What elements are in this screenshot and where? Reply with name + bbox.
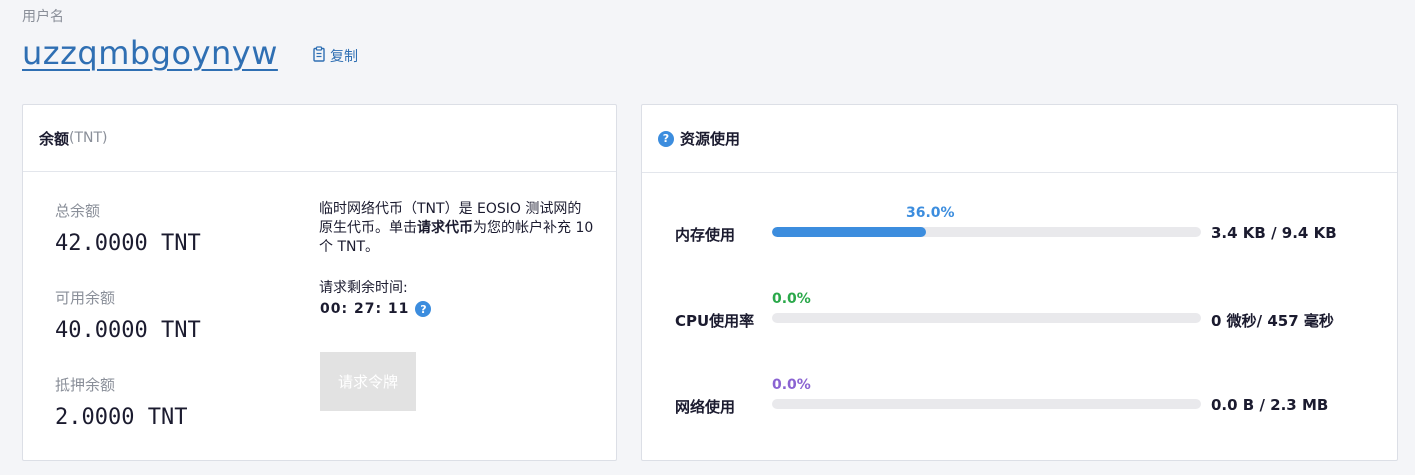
total-balance-value: 42.0000 TNT — [55, 231, 201, 256]
tnt-info-text: 临时网络代币（TNT）是 EOSIO 测试网的原生代币。单击请求代币为您的帐户补… — [319, 200, 594, 257]
memory-label: 内存使用 — [675, 226, 736, 244]
memory-usage-row: 36.0% 内存使用 3.4 KB / 9.4 KB — [642, 205, 1399, 265]
cpu-label: CPU使用率 — [675, 312, 755, 330]
timer-label: 请求剩余时间: — [319, 280, 408, 296]
available-balance-value: 40.0000 TNT — [55, 318, 201, 343]
memory-progress-track — [772, 227, 1201, 237]
net-usage-row: 0.0% 网络使用 0.0 B / 2.3 MB — [642, 377, 1399, 437]
copy-button[interactable]: 复制 — [312, 46, 358, 66]
net-percent: 0.0% — [772, 377, 811, 393]
timer-value: 00: 27: 11 — [320, 301, 410, 317]
info-request-highlight: 请求代币 — [417, 220, 473, 236]
clipboard-icon — [312, 46, 326, 66]
copy-label: 复制 — [330, 49, 358, 65]
memory-progress-fill — [772, 227, 927, 237]
resource-card: ? 资源使用 36.0% 内存使用 3.4 KB / 9.4 KB 0.0% C… — [641, 104, 1398, 461]
net-progress-track — [772, 399, 1201, 409]
request-tokens-button[interactable]: 请求令牌 — [320, 352, 416, 411]
balance-unit: (TNT) — [69, 130, 108, 146]
staked-balance-label: 抵押余额 — [55, 376, 116, 394]
timer: 00: 27: 11 ? — [320, 301, 432, 317]
help-icon[interactable]: ? — [415, 301, 432, 317]
cpu-usage-value: 0 微秒/ 457 毫秒 — [1211, 312, 1334, 330]
staked-balance-value: 2.0000 TNT — [55, 405, 188, 430]
balance-card: 余额 (TNT) 总余额 42.0000 TNT 可用余额 40.0000 TNT… — [22, 104, 617, 461]
cpu-progress-track — [772, 313, 1201, 323]
balance-title: 余额 — [39, 129, 70, 148]
balance-header: 余额 (TNT) — [23, 105, 616, 172]
memory-usage-value: 3.4 KB / 9.4 KB — [1211, 224, 1337, 242]
total-balance-label: 总余额 — [55, 202, 101, 220]
net-usage-value: 0.0 B / 2.3 MB — [1211, 396, 1329, 414]
available-balance: 可用余额 40.0000 TNT — [55, 287, 201, 343]
total-balance: 总余额 42.0000 TNT — [55, 200, 201, 256]
help-icon[interactable]: ? — [658, 130, 674, 147]
memory-percent: 36.0% — [906, 205, 955, 221]
cpu-usage-row: 0.0% CPU使用率 0 微秒/ 457 毫秒 — [642, 291, 1399, 351]
available-balance-label: 可用余额 — [55, 289, 116, 307]
resource-title: 资源使用 — [680, 130, 741, 148]
resource-header: ? 资源使用 — [642, 105, 1397, 173]
cpu-percent: 0.0% — [772, 291, 811, 307]
username-label: 用户名 — [22, 9, 64, 25]
staked-balance: 抵押余额 2.0000 TNT — [55, 374, 187, 430]
net-label: 网络使用 — [675, 398, 736, 416]
account-name-link[interactable]: uzzqmbgoynyw — [22, 34, 278, 72]
